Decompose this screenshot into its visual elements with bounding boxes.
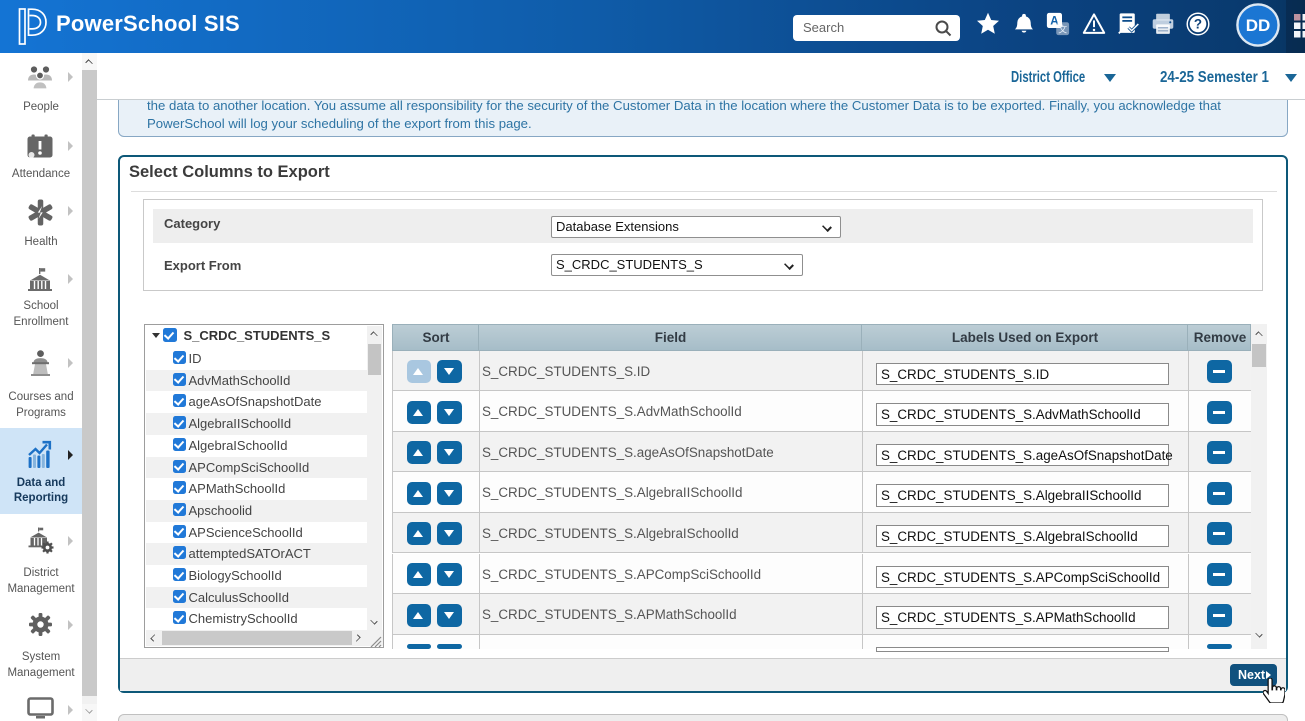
svg-text:DD: DD [1246,16,1271,35]
svg-text:文: 文 [1058,23,1067,34]
svg-text:?: ? [1194,17,1202,32]
